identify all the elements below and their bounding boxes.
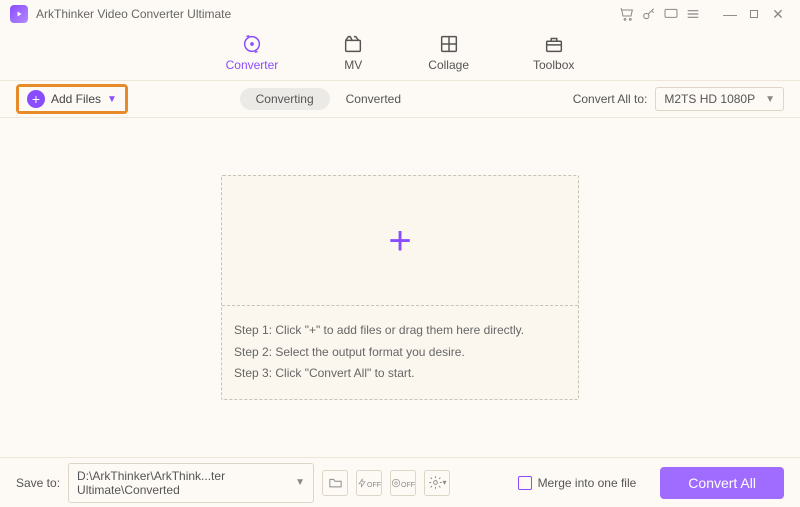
cart-icon[interactable]: [616, 3, 638, 25]
tab-toolbox[interactable]: Toolbox: [533, 33, 574, 72]
chevron-down-icon: ▼: [765, 94, 775, 105]
add-files-label: Add Files: [51, 92, 101, 106]
chevron-down-icon: ▼: [107, 94, 117, 105]
convert-all-to: Convert All to: M2TS HD 1080P ▼: [573, 87, 784, 111]
seg-converting[interactable]: Converting: [240, 88, 330, 110]
save-path-dropdown[interactable]: D:\ArkThinker\ArkThink...ter Ultimate\Co…: [68, 463, 314, 503]
plus-icon: +: [27, 90, 45, 108]
tab-label: Collage: [428, 58, 469, 72]
key-icon[interactable]: [638, 3, 660, 25]
toolbox-icon: [543, 33, 565, 55]
close-button[interactable]: ✕: [766, 3, 790, 25]
save-path: D:\ArkThinker\ArkThink...ter Ultimate\Co…: [77, 469, 295, 497]
menu-icon[interactable]: [682, 3, 704, 25]
hardware-accel-button[interactable]: OFF: [356, 470, 382, 496]
format-dropdown[interactable]: M2TS HD 1080P ▼: [655, 87, 784, 111]
tab-collage[interactable]: Collage: [428, 33, 469, 72]
app-logo: [10, 5, 28, 23]
drop-zone[interactable]: +: [222, 176, 578, 306]
big-plus-icon: +: [388, 221, 411, 261]
mv-icon: [342, 33, 364, 55]
step-1: Step 1: Click "+" to add files or drag t…: [234, 320, 566, 342]
format-selected: M2TS HD 1080P: [664, 92, 755, 106]
tab-converter[interactable]: Converter: [226, 33, 279, 72]
tab-mv[interactable]: MV: [342, 33, 364, 72]
checkbox-icon: [518, 476, 532, 490]
tab-label: Converter: [226, 58, 279, 72]
status-segment: Converting Converted: [240, 88, 417, 110]
titlebar: ArkThinker Video Converter Ultimate — ✕: [0, 0, 800, 24]
merge-checkbox[interactable]: Merge into one file: [518, 476, 637, 490]
add-files-button[interactable]: + Add Files ▼: [19, 87, 125, 111]
main-tabs: Converter MV Collage Toolbox: [0, 24, 800, 80]
step-2: Step 2: Select the output format you des…: [234, 342, 566, 364]
convert-all-to-label: Convert All to:: [573, 92, 648, 106]
save-to-label: Save to:: [16, 476, 60, 490]
collage-icon: [438, 33, 460, 55]
chevron-down-icon: ▼: [295, 477, 305, 488]
steps: Step 1: Click "+" to add files or drag t…: [222, 306, 578, 399]
converter-icon: [241, 33, 263, 55]
main-area: + Step 1: Click "+" to add files or drag…: [0, 118, 800, 457]
footer: Save to: D:\ArkThinker\ArkThink...ter Ul…: [0, 457, 800, 507]
add-files-highlight: + Add Files ▼: [16, 84, 128, 114]
drop-card: + Step 1: Click "+" to add files or drag…: [221, 175, 579, 400]
tab-label: MV: [344, 58, 362, 72]
step-3: Step 3: Click "Convert All" to start.: [234, 363, 566, 385]
minimize-button[interactable]: —: [718, 3, 742, 25]
app-title: ArkThinker Video Converter Ultimate: [36, 7, 231, 21]
settings-button[interactable]: ▾: [424, 470, 450, 496]
maximize-button[interactable]: [742, 3, 766, 25]
open-folder-button[interactable]: [322, 470, 348, 496]
convert-all-button[interactable]: Convert All: [660, 467, 784, 499]
seg-converted[interactable]: Converted: [330, 88, 417, 110]
toolbar: + Add Files ▼ Converting Converted Conve…: [0, 80, 800, 118]
tab-label: Toolbox: [533, 58, 574, 72]
feedback-icon[interactable]: [660, 3, 682, 25]
high-speed-button[interactable]: OFF: [390, 470, 416, 496]
merge-label: Merge into one file: [538, 476, 637, 490]
